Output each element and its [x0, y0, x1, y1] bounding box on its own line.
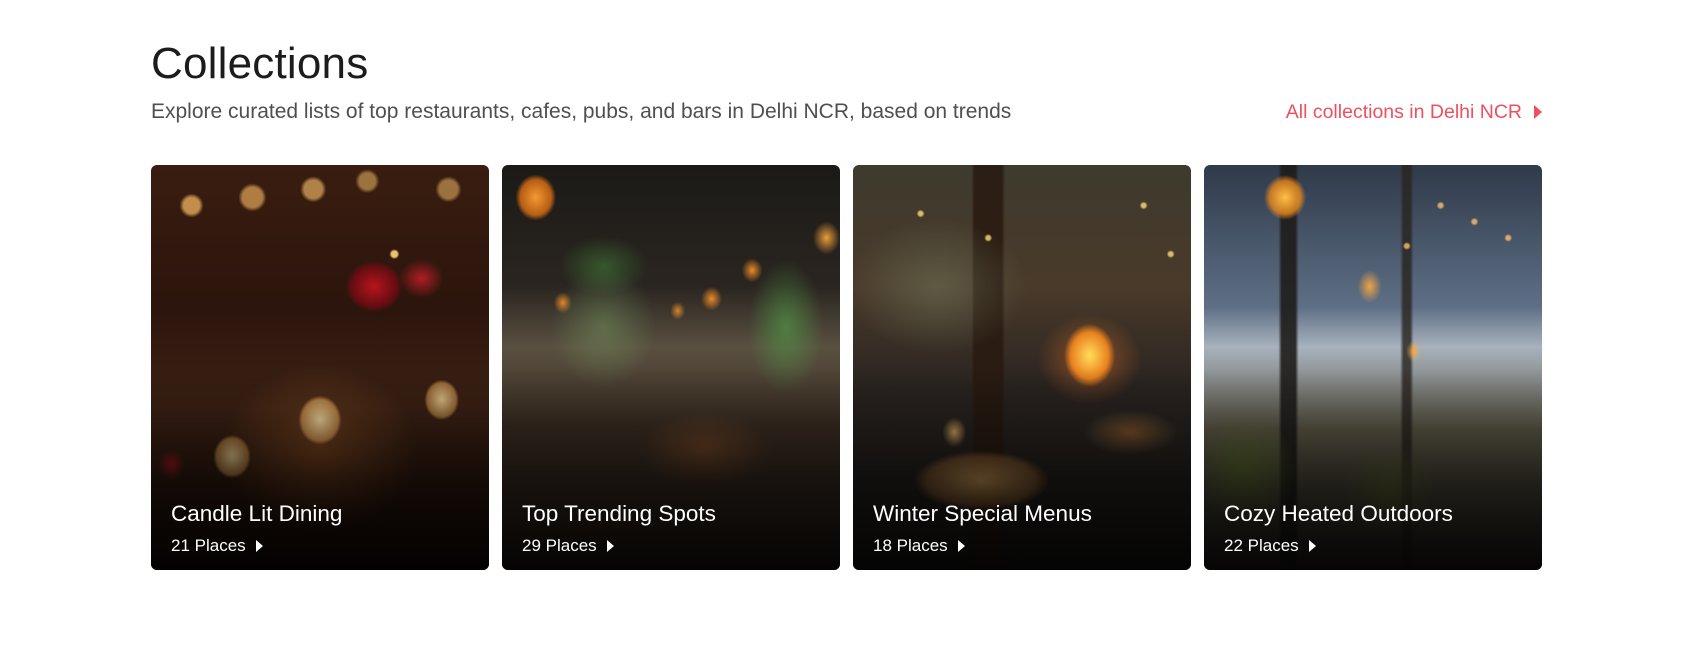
- caret-right-icon: [255, 540, 263, 552]
- collection-card[interactable]: Top Trending Spots 29 Places: [502, 165, 840, 570]
- collection-places: 22 Places: [1224, 534, 1316, 558]
- collection-cards: Candle Lit Dining 21 Places Top Trending…: [151, 165, 1542, 570]
- collection-card[interactable]: Candle Lit Dining 21 Places: [151, 165, 489, 570]
- page-title: Collections: [151, 39, 369, 88]
- places-count: 21 Places: [171, 536, 246, 555]
- collection-places: 18 Places: [873, 534, 965, 558]
- collection-card[interactable]: Winter Special Menus 18 Places: [853, 165, 1191, 570]
- collection-title: Top Trending Spots: [522, 501, 716, 526]
- collection-places: 21 Places: [171, 534, 263, 558]
- all-collections-link[interactable]: All collections in Delhi NCR: [1286, 98, 1542, 126]
- places-count: 18 Places: [873, 536, 948, 555]
- collection-title: Winter Special Menus: [873, 501, 1092, 526]
- collection-title: Cozy Heated Outdoors: [1224, 501, 1453, 526]
- section-subtitle: Explore curated lists of top restaurants…: [151, 100, 1012, 123]
- caret-right-icon: [606, 540, 614, 552]
- collection-title: Candle Lit Dining: [171, 501, 343, 526]
- caret-right-icon: [1534, 105, 1542, 119]
- caret-right-icon: [1308, 540, 1316, 552]
- collection-card[interactable]: Cozy Heated Outdoors 22 Places: [1204, 165, 1542, 570]
- collections-section: Collections Explore curated lists of top…: [0, 0, 1705, 663]
- places-count: 29 Places: [522, 536, 597, 555]
- places-count: 22 Places: [1224, 536, 1299, 555]
- all-collections-label: All collections in Delhi NCR: [1285, 101, 1522, 123]
- caret-right-icon: [957, 540, 965, 552]
- collection-places: 29 Places: [522, 534, 614, 558]
